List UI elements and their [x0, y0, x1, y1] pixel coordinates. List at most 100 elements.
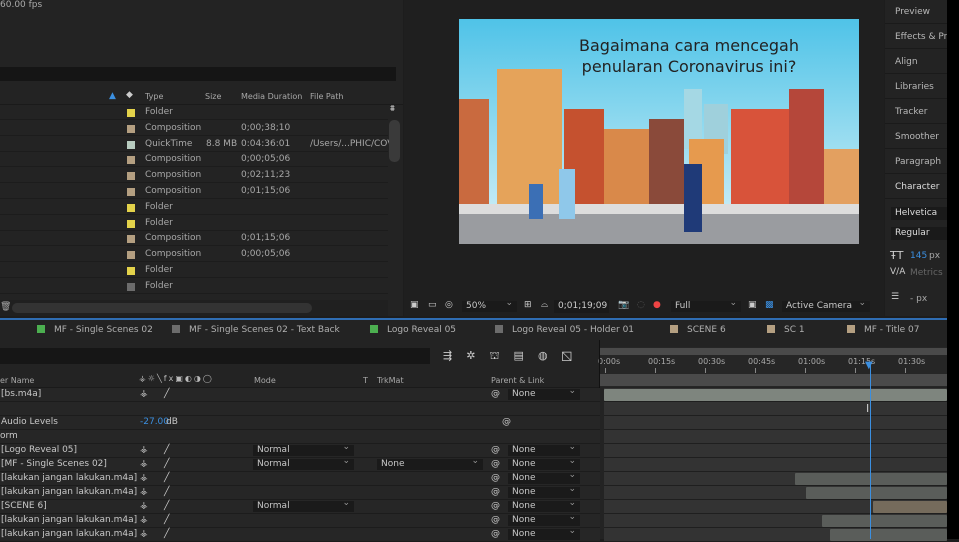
pick-whip-icon[interactable]: @	[491, 515, 500, 525]
comp-tab[interactable]: SCENE 6	[670, 325, 726, 335]
quality-switch-icon[interactable]: ╱	[164, 501, 169, 511]
layer-row[interactable]	[0, 402, 600, 416]
horizontal-scrollbar[interactable]	[12, 303, 312, 313]
layer-name[interactable]: [lakukan jangan lakukan.m4a]	[1, 487, 137, 497]
label-color-swatch[interactable]	[127, 109, 135, 117]
camera-dropdown[interactable]: Active Camera	[782, 298, 870, 312]
layer-row[interactable]: [lakukan jangan lakukan.m4a] ⚶ ╱ @ None	[0, 526, 600, 542]
audio-video-switch-icon[interactable]: ⚶	[140, 501, 148, 511]
panel-tab-effects-presets[interactable]: Effects & Presets	[885, 25, 947, 49]
col-type[interactable]: Type	[145, 92, 163, 101]
quality-switch-icon[interactable]: ╱	[164, 445, 169, 455]
preview-options-icon[interactable]: ▣	[410, 300, 419, 310]
pick-whip-icon[interactable]: @	[491, 459, 500, 469]
label-color-swatch[interactable]	[127, 251, 135, 260]
layer-row[interactable]: [MF - Single Scenes 02] ⚶ ╱ Normal None @ None	[0, 456, 600, 472]
audio-video-switch-icon[interactable]: ⚶	[140, 515, 148, 525]
project-item-row[interactable]: Folder	[0, 279, 388, 294]
parent-dropdown[interactable]: None	[508, 386, 580, 400]
flowchart-icon[interactable]: ⩩	[390, 104, 395, 114]
col-mode[interactable]: Mode	[254, 376, 276, 385]
layer-row[interactable]: [bs.m4a] ⚶ ╱ @ None	[0, 386, 600, 402]
quality-switch-icon[interactable]: ╱	[164, 389, 169, 399]
label-color-swatch[interactable]	[127, 219, 135, 228]
leading-value[interactable]: - px	[910, 294, 927, 304]
font-style-field[interactable]: Regular	[891, 227, 947, 240]
panel-tab-character[interactable]: Character	[885, 175, 947, 199]
label-color-swatch[interactable]	[127, 188, 135, 196]
col-size[interactable]: Size	[205, 92, 221, 101]
layer-name[interactable]: [lakukan jangan lakukan.m4a]	[1, 529, 137, 539]
quality-switch-icon[interactable]: ╱	[164, 487, 169, 497]
layer-row[interactable]: [Logo Reveal 05] ⚶ ╱ Normal @ None	[0, 442, 600, 458]
time-navigator[interactable]	[600, 374, 947, 386]
label-color-swatch[interactable]	[127, 282, 135, 291]
layer-name[interactable]: [Logo Reveal 05]	[1, 445, 77, 455]
panel-tab-libraries[interactable]: Libraries	[885, 75, 947, 99]
draft-3d-icon[interactable]: ✲	[466, 349, 489, 362]
comp-tab[interactable]: Logo Reveal 05 - Holder 01	[495, 325, 634, 335]
layer-row[interactable]: [lakukan jangan lakukan.m4a] ⚶ ╱ @ None	[0, 512, 600, 528]
trash-icon[interactable]: 🗑	[0, 302, 11, 312]
quality-switch-icon[interactable]: ╱	[164, 515, 169, 525]
monitor-icon[interactable]: ▭	[428, 300, 437, 310]
shy-layers-icon[interactable]: ⛫	[489, 349, 513, 362]
pick-whip-icon[interactable]: @	[491, 389, 500, 399]
comp-tab[interactable]: Logo Reveal 05	[370, 325, 456, 335]
blend-mode-dropdown[interactable]: Normal	[253, 498, 354, 512]
layer-duration-bar[interactable]	[795, 473, 947, 485]
color-channels-icon[interactable]: ●	[653, 300, 661, 310]
layer-row[interactable]: [SCENE 6] ⚶ ╱ Normal @ None	[0, 498, 600, 514]
region-of-interest-icon[interactable]: ⌓	[541, 300, 548, 310]
comp-tab[interactable]: MF - Title 07	[847, 325, 920, 335]
layer-name[interactable]: [MF - Single Scenes 02]	[1, 459, 107, 469]
composition-viewer[interactable]: Bagaimana cara mencegah penularan Corona…	[404, 0, 884, 316]
project-item-row[interactable]: Composition 0;02;11;23	[0, 168, 388, 184]
project-scrollbar[interactable]	[389, 120, 400, 162]
kerning-value[interactable]: Metrics	[910, 268, 943, 278]
project-item-row[interactable]: Composition 0;01;15;06	[0, 231, 388, 247]
transform-group-label[interactable]: orm	[0, 431, 18, 441]
time-ruler[interactable]: 0:00s 00:15s 00:30s 00:45s 01:00s 01:15s 01:30…	[598, 347, 947, 387]
project-item-row[interactable]: Folder	[0, 216, 388, 231]
zoom-dropdown[interactable]: 50%	[462, 298, 517, 312]
mask-visibility-icon[interactable]: ◎	[445, 300, 453, 310]
audio-video-switch-icon[interactable]: ⚶	[140, 487, 148, 497]
layer-search-input[interactable]	[0, 348, 430, 364]
parent-dropdown[interactable]: None	[508, 470, 580, 484]
layer-row[interactable]: orm	[0, 430, 600, 444]
panel-tab-tracker[interactable]: Tracker	[885, 100, 947, 124]
comp-tab[interactable]: MF - Single Scenes 02	[37, 325, 153, 335]
parent-dropdown[interactable]: None	[508, 484, 580, 498]
show-snapshot-icon[interactable]: ◌	[637, 300, 645, 310]
grid-icon[interactable]: ⊞	[524, 300, 532, 310]
label-color-swatch[interactable]	[127, 172, 135, 181]
snapshot-camera-icon[interactable]: 📷	[618, 300, 629, 310]
parent-dropdown[interactable]: None	[508, 512, 580, 526]
graph-editor-icon[interactable]: ⧅	[562, 349, 586, 362]
frame-blending-icon[interactable]: ▤	[514, 349, 538, 362]
panel-tab-paragraph[interactable]: Paragraph	[885, 150, 947, 174]
layer-duration-bar[interactable]	[830, 529, 947, 541]
label-color-swatch[interactable]	[127, 235, 135, 244]
label-color-swatch[interactable]	[127, 267, 135, 275]
quality-switch-icon[interactable]: ╱	[164, 473, 169, 483]
comp-tab[interactable]: SC 1	[767, 325, 805, 335]
comp-tab[interactable]: MF - Single Scenes 02 - Text Back	[172, 325, 340, 335]
project-item-row[interactable]: Composition 0;01;15;06	[0, 184, 388, 199]
parent-dropdown[interactable]: None	[508, 526, 580, 540]
layer-duration-bar[interactable]	[873, 501, 947, 513]
col-t[interactable]: T	[363, 376, 368, 385]
audio-video-switch-icon[interactable]: ⚶	[140, 445, 148, 455]
project-item-row[interactable]: Composition 0;00;05;06	[0, 152, 388, 168]
resolution-dropdown[interactable]: Full	[671, 298, 741, 312]
fast-previews-icon[interactable]: ▣	[748, 300, 757, 310]
pick-whip-icon[interactable]: @	[491, 445, 500, 455]
layer-duration-bar[interactable]	[604, 389, 947, 401]
col-trkmat[interactable]: TrkMat	[377, 376, 404, 385]
sort-ascending-icon[interactable]: ▲	[109, 91, 116, 101]
pick-whip-icon[interactable]: @	[491, 473, 500, 483]
col-file-path[interactable]: File Path	[310, 92, 344, 101]
work-area-bar[interactable]	[600, 348, 947, 355]
timecode-field[interactable]: 0;01;19;09	[554, 300, 609, 313]
